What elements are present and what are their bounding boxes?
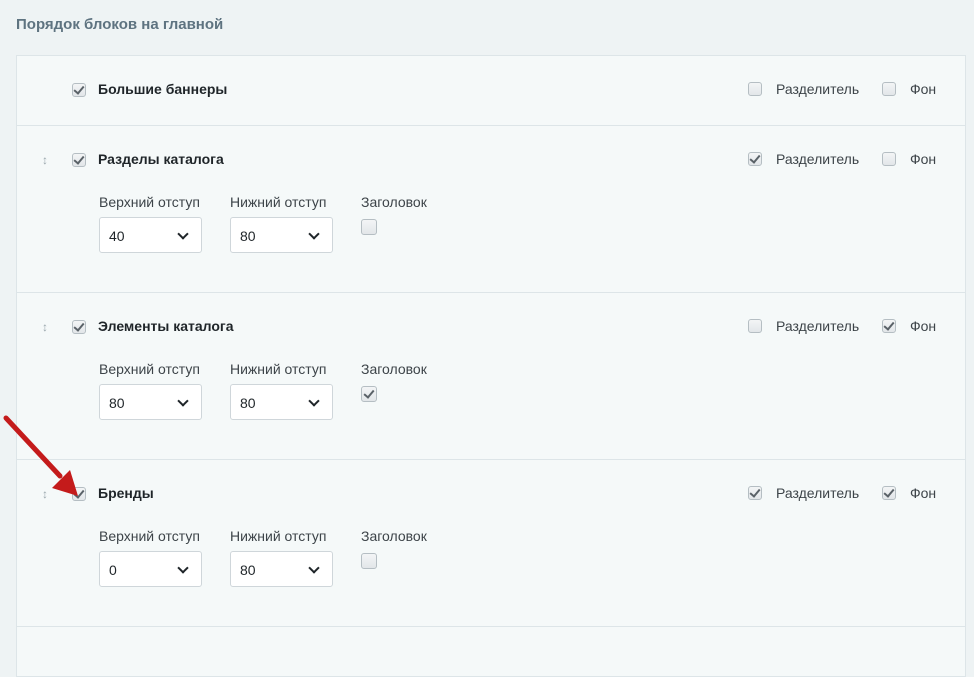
checkmark-icon xyxy=(883,319,895,331)
bottom-padding-select[interactable]: 80 xyxy=(230,384,333,420)
block-enabled-checkbox[interactable] xyxy=(72,153,86,167)
block-enabled-checkbox[interactable] xyxy=(72,83,86,97)
bottom-padding-label: Нижний отступ xyxy=(230,194,327,210)
separator-label: Разделитель xyxy=(776,485,860,501)
blocks-list: Большие баннеры Разделитель Фон ↕ Раздел… xyxy=(16,55,966,677)
block-enabled-checkbox[interactable] xyxy=(72,487,86,501)
bottom-padding-value: 80 xyxy=(240,562,256,578)
drag-handle-icon[interactable]: ↕ xyxy=(39,153,51,167)
block-title: Большие баннеры xyxy=(98,81,228,97)
top-padding-label: Верхний отступ xyxy=(99,194,200,210)
bottom-padding-select[interactable]: 80 xyxy=(230,217,333,253)
background-label: Фон xyxy=(910,151,937,167)
separator-label: Разделитель xyxy=(776,318,860,334)
separator-checkbox[interactable] xyxy=(748,486,762,500)
background-checkbox[interactable] xyxy=(882,82,896,96)
chevron-down-icon xyxy=(308,228,320,240)
top-padding-value: 80 xyxy=(109,395,125,411)
heading-label: Заголовок xyxy=(361,194,427,210)
background-checkbox[interactable] xyxy=(882,319,896,333)
drag-handle-icon[interactable]: ↕ xyxy=(39,320,51,334)
block-title: Элементы каталога xyxy=(98,318,234,334)
separator-label: Разделитель xyxy=(776,81,860,97)
top-padding-label: Верхний отступ xyxy=(99,361,200,377)
separator-label: Разделитель xyxy=(776,151,860,167)
block-big-banners: Большие баннеры Разделитель Фон xyxy=(17,56,965,126)
background-checkbox[interactable] xyxy=(882,486,896,500)
separator-checkbox[interactable] xyxy=(748,319,762,333)
top-padding-value: 0 xyxy=(109,562,117,578)
checkmark-icon xyxy=(73,83,85,95)
heading-checkbox[interactable] xyxy=(361,553,377,569)
checkmark-icon xyxy=(749,486,761,498)
background-label: Фон xyxy=(910,485,937,501)
separator-checkbox[interactable] xyxy=(748,82,762,96)
bottom-padding-label: Нижний отступ xyxy=(230,528,327,544)
block-title: Разделы каталога xyxy=(98,151,224,167)
heading-checkbox[interactable] xyxy=(361,386,377,402)
separator-checkbox[interactable] xyxy=(748,152,762,166)
bottom-padding-value: 80 xyxy=(240,395,256,411)
top-padding-select[interactable]: 40 xyxy=(99,217,202,253)
chevron-down-icon xyxy=(177,395,189,407)
block-catalog-sections: ↕ Разделы каталога Разделитель Фон Верхн… xyxy=(17,126,965,293)
block-brands: ↕ Бренды Разделитель Фон Верхний отступ … xyxy=(17,460,965,627)
block-title: Бренды xyxy=(98,485,154,501)
checkmark-icon xyxy=(73,320,85,332)
heading-checkbox[interactable] xyxy=(361,219,377,235)
chevron-down-icon xyxy=(177,228,189,240)
heading-label: Заголовок xyxy=(361,361,427,377)
block-catalog-items: ↕ Элементы каталога Разделитель Фон Верх… xyxy=(17,293,965,460)
top-padding-label: Верхний отступ xyxy=(99,528,200,544)
checkmark-icon xyxy=(363,387,375,399)
heading-label: Заголовок xyxy=(361,528,427,544)
top-padding-select[interactable]: 80 xyxy=(99,384,202,420)
checkmark-icon xyxy=(73,153,85,165)
top-padding-value: 40 xyxy=(109,228,125,244)
chevron-down-icon xyxy=(177,562,189,574)
background-label: Фон xyxy=(910,318,937,334)
chevron-down-icon xyxy=(308,562,320,574)
background-label: Фон xyxy=(910,81,937,97)
page-title: Порядок блоков на главной xyxy=(16,16,224,33)
checkmark-icon xyxy=(749,152,761,164)
checkmark-icon xyxy=(73,487,85,499)
bottom-padding-label: Нижний отступ xyxy=(230,361,327,377)
checkmark-icon xyxy=(883,486,895,498)
chevron-down-icon xyxy=(308,395,320,407)
bottom-padding-select[interactable]: 80 xyxy=(230,551,333,587)
bottom-padding-value: 80 xyxy=(240,228,256,244)
block-enabled-checkbox[interactable] xyxy=(72,320,86,334)
top-padding-select[interactable]: 0 xyxy=(99,551,202,587)
drag-handle-icon[interactable]: ↕ xyxy=(39,487,51,501)
background-checkbox[interactable] xyxy=(882,152,896,166)
